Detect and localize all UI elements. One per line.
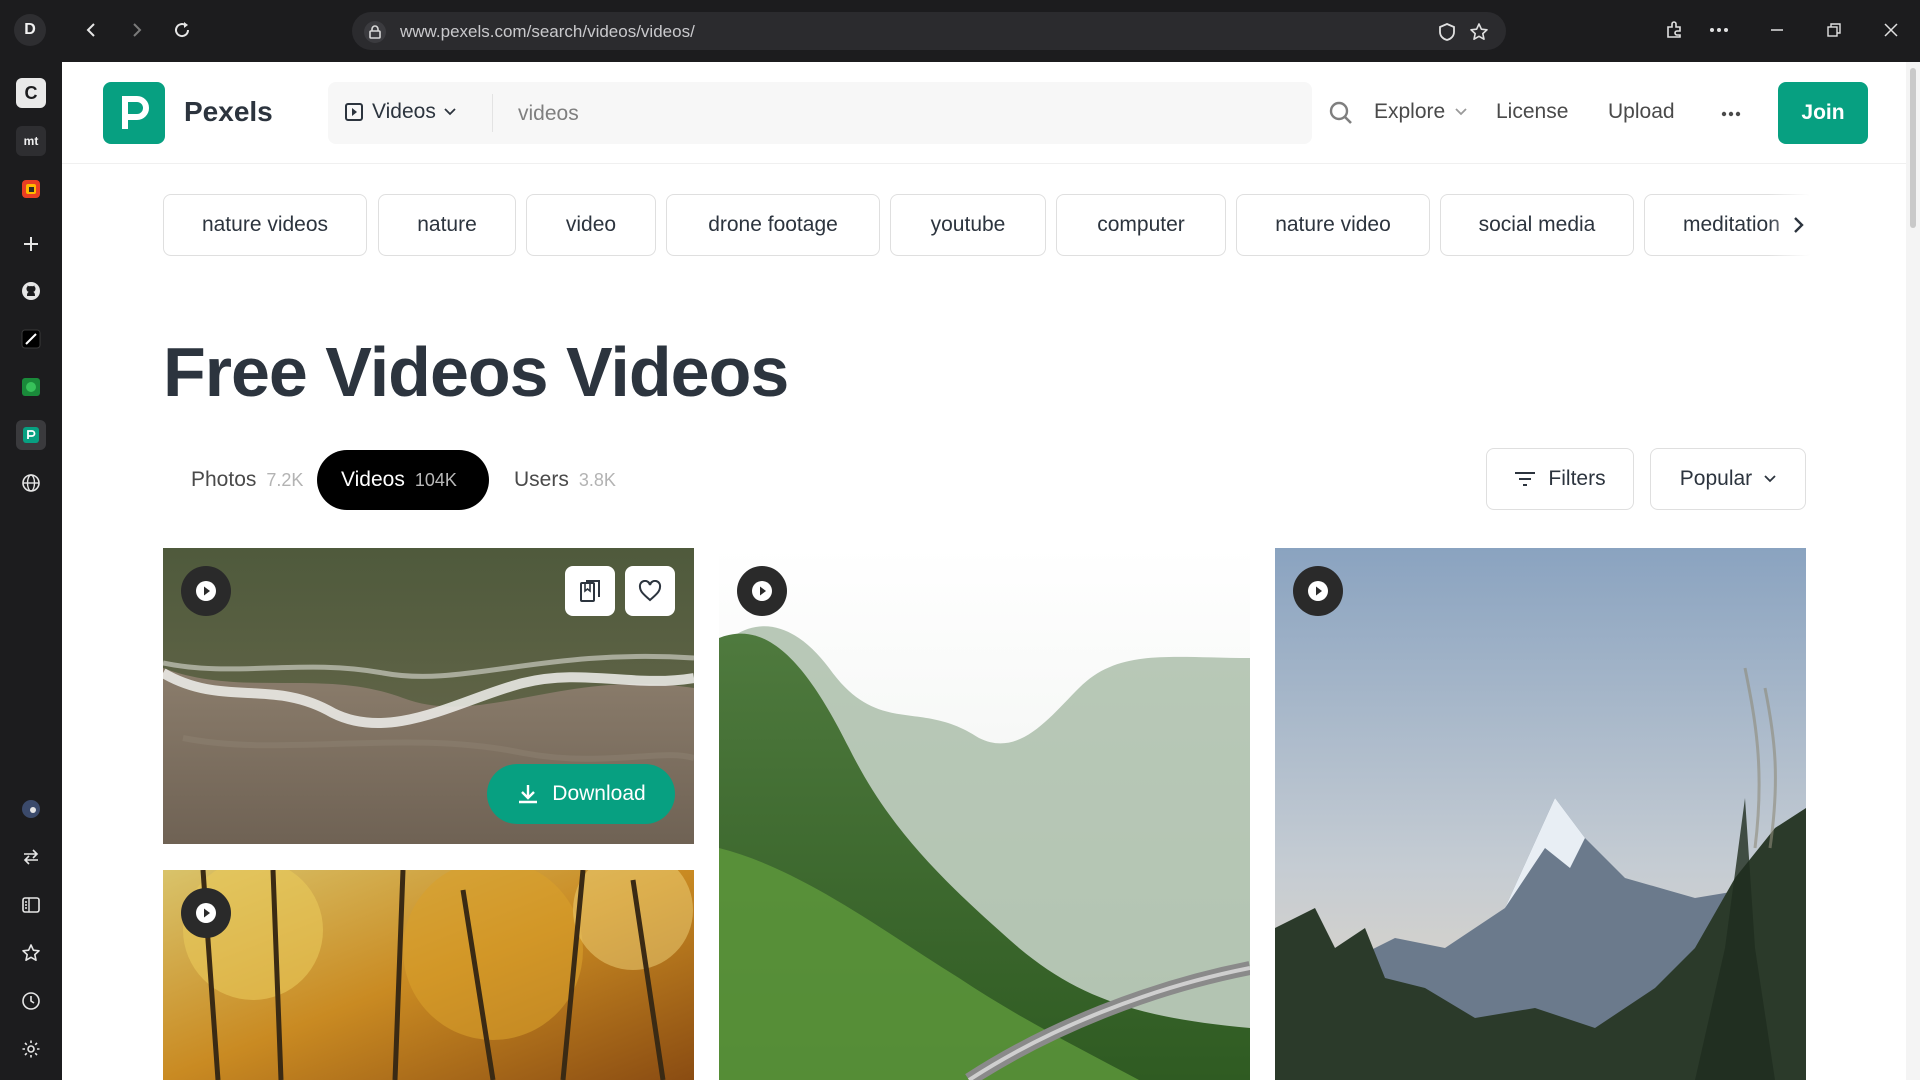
office-app-icon[interactable]: [16, 174, 46, 204]
scrollbar-thumb[interactable]: [1910, 68, 1916, 228]
download-label: Download: [552, 782, 646, 805]
tab-users-label: Users: [514, 468, 569, 491]
profile-avatar[interactable]: D: [14, 14, 46, 46]
mountains-thumbnail: [719, 548, 1250, 1080]
add-icon[interactable]: [16, 229, 46, 259]
settings-gear-icon[interactable]: [16, 1034, 46, 1064]
mt-app-icon[interactable]: mt: [16, 126, 46, 156]
search-bar[interactable]: Videos videos: [328, 82, 1352, 144]
chip-social-media[interactable]: social media: [1440, 194, 1634, 256]
extensions-icon[interactable]: [1658, 14, 1690, 46]
filters-button[interactable]: Filters: [1486, 448, 1634, 510]
notes-app-icon[interactable]: [16, 324, 46, 354]
chip-drone-footage[interactable]: drone footage: [666, 194, 880, 256]
chip-nature[interactable]: nature: [378, 194, 516, 256]
transfer-icon[interactable]: [16, 842, 46, 872]
menu-more-icon[interactable]: [1703, 14, 1735, 46]
search-input[interactable]: videos: [518, 102, 579, 126]
back-icon[interactable]: [76, 14, 108, 46]
play-icon[interactable]: [1293, 566, 1343, 616]
search-icon[interactable]: [1328, 100, 1354, 126]
chevron-down-icon: [444, 108, 456, 116]
filters-label: Filters: [1548, 467, 1606, 490]
close-icon[interactable]: [1875, 14, 1907, 46]
download-button[interactable]: Download: [487, 764, 675, 824]
video-icon: [345, 103, 363, 121]
favorite-star-icon[interactable]: [1468, 21, 1490, 43]
collect-bookmark-icon[interactable]: [565, 566, 615, 616]
chevron-down-icon: [1455, 108, 1467, 116]
chevron-down-icon: [1764, 475, 1776, 483]
sort-dropdown[interactable]: Popular: [1650, 448, 1806, 510]
tab-videos-count: 104K: [414, 469, 457, 490]
page-title: Free Videos Videos: [163, 333, 789, 411]
search-type-dropdown[interactable]: Videos: [344, 100, 456, 124]
reload-icon[interactable]: [166, 14, 198, 46]
join-button[interactable]: Join: [1778, 82, 1868, 144]
lock-icon[interactable]: [364, 21, 386, 43]
tab-photos-label: Photos: [191, 468, 257, 491]
tab-users[interactable]: Users 3.8K: [490, 450, 640, 510]
tab-photos-count: 7.2K: [266, 469, 304, 490]
pexels-logo-icon[interactable]: [103, 82, 165, 144]
url-text[interactable]: www.pexels.com/search/videos/videos/: [400, 22, 695, 42]
explore-menu[interactable]: Explore: [1374, 100, 1467, 124]
upload-link[interactable]: Upload: [1608, 100, 1675, 124]
chip-nature-videos[interactable]: nature videos: [163, 194, 367, 256]
explore-label: Explore: [1374, 100, 1446, 123]
download-icon: [519, 785, 538, 804]
chevron-right-icon[interactable]: [1784, 210, 1814, 240]
video-card-forest[interactable]: [163, 870, 694, 1080]
chip-computer[interactable]: computer: [1056, 194, 1226, 256]
video-card-alpine[interactable]: [1275, 548, 1806, 1080]
chip-video[interactable]: video: [526, 194, 656, 256]
more-options-icon[interactable]: [1716, 102, 1746, 126]
shield-icon[interactable]: [1436, 21, 1458, 43]
favorites-star-icon[interactable]: [16, 938, 46, 968]
pexels-page: Pexels Videos videos Explore License Upl…: [62, 62, 1906, 1080]
globe-icon[interactable]: [16, 468, 46, 498]
chip-youtube[interactable]: youtube: [890, 194, 1046, 256]
site-header: Pexels Videos videos Explore License Upl…: [62, 62, 1906, 164]
like-heart-icon[interactable]: [625, 566, 675, 616]
history-clock-icon[interactable]: [16, 986, 46, 1016]
logo-text[interactable]: Pexels: [184, 96, 273, 128]
c-app-icon[interactable]: C: [16, 78, 46, 108]
alpine-thumbnail: [1275, 548, 1806, 1080]
search-type-label: Videos: [372, 100, 436, 123]
pexels-app-icon[interactable]: [16, 420, 46, 450]
forward-icon[interactable]: [120, 14, 152, 46]
restore-icon[interactable]: [1818, 14, 1850, 46]
minimize-icon[interactable]: [1761, 14, 1793, 46]
chip-nature-video[interactable]: nature video: [1236, 194, 1430, 256]
github-icon[interactable]: [16, 276, 46, 306]
search-divider: [492, 94, 493, 132]
filter-icon: [1515, 472, 1536, 486]
video-card-mountains[interactable]: [719, 548, 1250, 1080]
green-app-icon[interactable]: [16, 372, 46, 402]
circle-app-icon[interactable]: [16, 794, 46, 824]
license-link[interactable]: License: [1496, 100, 1568, 124]
page-scrollbar[interactable]: [1906, 62, 1920, 1080]
sidebar-panel-icon[interactable]: [16, 890, 46, 920]
address-bar[interactable]: www.pexels.com/search/videos/videos/: [352, 12, 1506, 50]
play-icon[interactable]: [737, 566, 787, 616]
video-card-beach[interactable]: Download: [163, 548, 694, 844]
sort-label: Popular: [1679, 467, 1753, 490]
forest-thumbnail: [163, 870, 694, 1080]
tab-photos[interactable]: Photos 7.2K: [177, 450, 317, 510]
browser-sidebar-apps: C mt: [0, 62, 62, 1080]
tab-videos-label: Videos: [341, 468, 405, 491]
play-icon[interactable]: [181, 888, 231, 938]
tab-users-count: 3.8K: [578, 469, 616, 490]
tab-videos[interactable]: Videos 104K: [317, 450, 489, 510]
play-icon[interactable]: [181, 566, 231, 616]
browser-toolbar: D www.pexels.com/search/videos/videos/: [0, 0, 1920, 62]
